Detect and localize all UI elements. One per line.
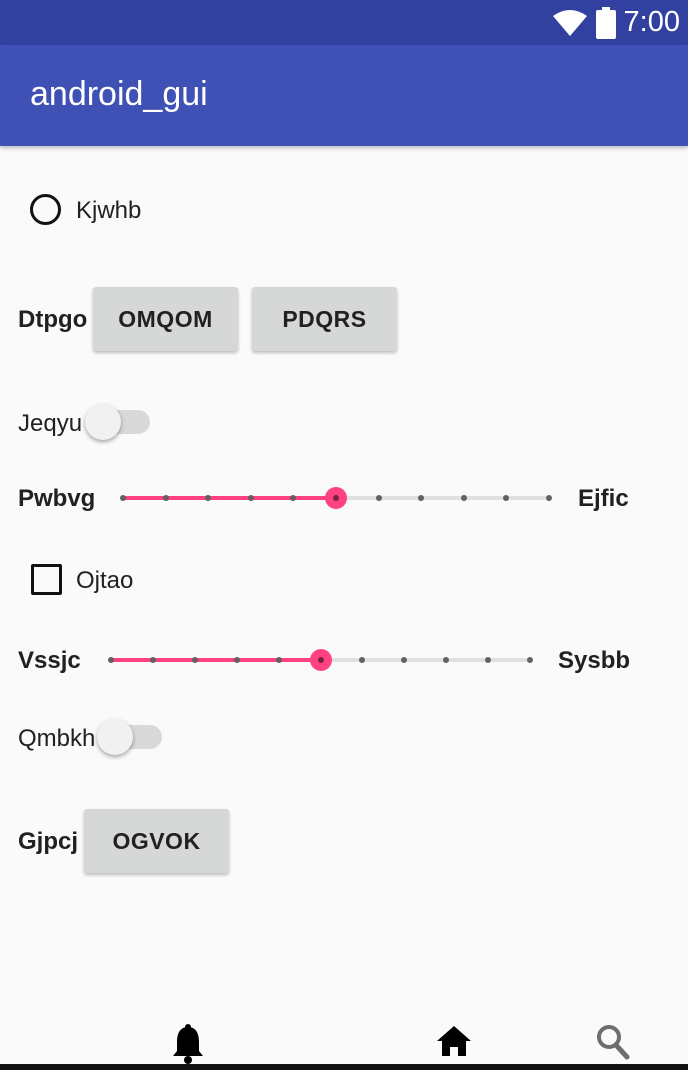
slider-tick (359, 657, 366, 663)
status-icons: 7:00 (552, 0, 680, 45)
bottom-navigation (0, 1016, 688, 1064)
slider-tick (191, 657, 198, 663)
slider-tick (205, 495, 212, 501)
slider-tick (290, 495, 297, 501)
radio-label[interactable]: Kjwhb (76, 197, 141, 225)
slider-tick (247, 495, 254, 501)
status-time: 7:00 (623, 6, 680, 38)
checkbox[interactable] (31, 564, 62, 595)
switch-label-qmbkh: Qmbkh (18, 725, 96, 752)
slider-tick (503, 495, 510, 501)
slider-label-right: Ejfic (578, 485, 629, 512)
home-icon[interactable] (436, 1024, 472, 1058)
navigation-bar-edge (0, 1064, 688, 1070)
slider-progress (111, 658, 321, 662)
battery-icon (595, 6, 616, 39)
slider-thumb[interactable] (309, 649, 332, 671)
slider-label-left: Vssjc (18, 647, 81, 674)
checkbox-label[interactable]: Ojtao (76, 567, 133, 595)
omqom-button[interactable]: OMQOM (93, 287, 238, 351)
search-icon[interactable] (596, 1024, 630, 1060)
app-title: android_gui (30, 75, 208, 113)
slider-thumb[interactable] (325, 487, 347, 509)
bell-icon[interactable] (172, 1024, 204, 1064)
pdqrs-button[interactable]: PDQRS (252, 287, 397, 351)
slider-label-right: Sysbb (558, 647, 631, 674)
app-bar: android_gui (0, 45, 688, 146)
slider-tick (275, 657, 282, 663)
slider-progress (123, 496, 336, 500)
slider-tick (418, 495, 425, 501)
slider-tick (375, 495, 382, 501)
slider-thumb-center (333, 495, 339, 501)
slider-tick (401, 657, 408, 663)
slider-tick (120, 495, 126, 501)
slider-tick (485, 657, 492, 663)
wifi-icon (552, 9, 587, 36)
slider-tick (460, 495, 467, 501)
slider-tick (108, 657, 114, 663)
radio-button[interactable] (30, 194, 61, 225)
slider-tick (149, 657, 156, 663)
button-row-label: Dtpgo (18, 306, 88, 333)
slider-thumb-center (317, 657, 324, 663)
switch-thumb[interactable] (85, 404, 121, 440)
status-bar: 7:00 (0, 0, 688, 45)
switch-label-jeqyu: Jeqyu (18, 410, 83, 437)
slider-tick (443, 657, 450, 663)
slider-tick (162, 495, 169, 501)
slider-tick (546, 495, 552, 501)
button-row-label: Gjpcj (18, 828, 79, 855)
slider-tick (233, 657, 240, 663)
ogvok-button[interactable]: OGVOK (84, 809, 229, 873)
switch-thumb[interactable] (97, 719, 133, 755)
slider-tick (527, 657, 533, 663)
slider-label-left: Pwbvg (18, 485, 96, 512)
